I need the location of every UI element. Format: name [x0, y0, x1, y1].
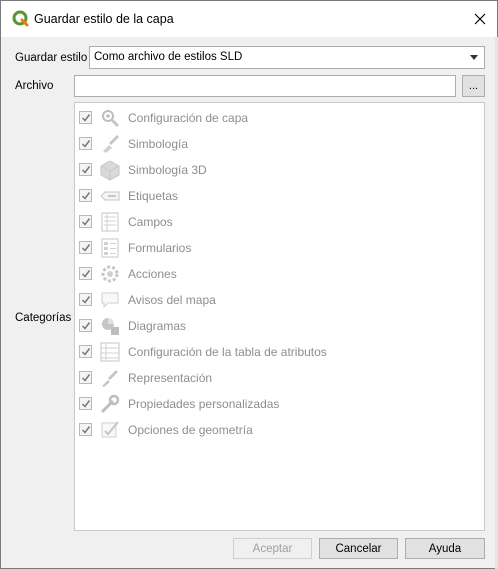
checkmark-icon	[81, 348, 91, 356]
checkmark-icon	[81, 114, 91, 122]
checkmark-icon	[81, 400, 91, 408]
help-button[interactable]: Ayuda	[405, 538, 485, 559]
checkmark-icon	[81, 426, 91, 434]
checkmark-icon	[81, 374, 91, 382]
category-label: Representación	[128, 371, 213, 385]
checkmark-icon	[81, 192, 91, 200]
category-item-layer-configuration[interactable]: Configuración de capa	[75, 105, 484, 131]
category-item-symbology[interactable]: Simbología	[75, 131, 484, 157]
rendering-icon	[102, 369, 119, 387]
save-layer-style-dialog: Guardar estilo de la capa Guardar estilo…	[0, 0, 498, 569]
category-checkbox[interactable]	[79, 345, 92, 358]
symbology-3d-icon	[100, 160, 120, 181]
category-label: Campos	[128, 215, 173, 229]
category-label: Propiedades personalizadas	[128, 397, 280, 411]
style-label: Guardar estilo	[15, 52, 88, 64]
checkmark-icon	[81, 166, 91, 174]
diagrams-icon	[102, 318, 119, 335]
category-checkbox[interactable]	[79, 215, 92, 228]
category-label: Acciones	[128, 267, 177, 281]
checkmark-icon	[81, 244, 91, 252]
window-title: Guardar estilo de la capa	[34, 12, 174, 26]
actions-icon	[101, 265, 119, 283]
symbology-icon	[103, 134, 120, 153]
checkmark-icon	[81, 270, 91, 278]
category-checkbox[interactable]	[79, 111, 92, 124]
category-label: Simbología 3D	[128, 163, 207, 177]
checkmark-icon	[81, 140, 91, 148]
style-format-select[interactable]: Como archivo de estilos SLD	[89, 46, 485, 69]
checkmark-icon	[81, 322, 91, 330]
category-checkbox[interactable]	[79, 371, 92, 384]
category-label: Opciones de geometría	[128, 423, 253, 437]
layer-settings-icon	[102, 110, 120, 128]
attribute-table-icon	[100, 342, 120, 362]
category-item-actions[interactable]: Acciones	[75, 261, 484, 287]
file-path-input[interactable]	[74, 75, 456, 97]
qgis-logo-icon	[12, 10, 29, 27]
category-checkbox[interactable]	[79, 189, 92, 202]
style-format-value: Como archivo de estilos SLD	[94, 51, 243, 63]
category-item-symbology-3d[interactable]: Simbología 3D	[75, 157, 484, 183]
browse-button[interactable]: ...	[462, 75, 485, 97]
close-button[interactable]	[463, 1, 497, 37]
category-item-custom-properties[interactable]: Propiedades personalizadas	[75, 391, 484, 417]
map-tips-icon	[101, 292, 119, 309]
chevron-down-icon	[470, 55, 478, 60]
category-item-forms[interactable]: Formularios	[75, 235, 484, 261]
category-label: Configuración de la tabla de atributos	[128, 345, 327, 359]
labels-icon	[100, 191, 120, 201]
category-label: Diagramas	[128, 319, 187, 333]
category-label: Formularios	[128, 241, 192, 255]
category-item-geometry-options[interactable]: Opciones de geometría	[75, 417, 484, 443]
category-label: Configuración de capa	[128, 111, 249, 125]
forms-icon	[101, 238, 119, 258]
categories-list: Configuración de capa Simbología Simbolo…	[74, 102, 485, 531]
category-checkbox[interactable]	[79, 293, 92, 306]
cancel-button[interactable]: Cancelar	[319, 538, 398, 559]
category-checkbox[interactable]	[79, 137, 92, 150]
file-label: Archivo	[15, 80, 54, 92]
checkmark-icon	[81, 218, 91, 226]
category-checkbox[interactable]	[79, 397, 92, 410]
category-label: Etiquetas	[128, 189, 179, 203]
category-item-rendering[interactable]: Representación	[75, 365, 484, 391]
category-checkbox[interactable]	[79, 241, 92, 254]
categories-label: Categorías	[15, 312, 72, 324]
category-item-map-tips[interactable]: Avisos del mapa	[75, 287, 484, 313]
category-checkbox[interactable]	[79, 423, 92, 436]
category-item-diagrams[interactable]: Diagramas	[75, 313, 484, 339]
close-icon	[474, 13, 486, 25]
category-checkbox[interactable]	[79, 163, 92, 176]
checkmark-icon	[81, 296, 91, 304]
wrench-icon	[101, 394, 120, 413]
category-item-labels[interactable]: Etiquetas	[75, 183, 484, 209]
category-item-fields[interactable]: Campos	[75, 209, 484, 235]
title-bar: Guardar estilo de la capa	[1, 1, 497, 37]
category-item-attribute-table[interactable]: Configuración de la tabla de atributos	[75, 339, 484, 365]
category-checkbox[interactable]	[79, 267, 92, 280]
geometry-options-icon	[101, 421, 119, 438]
category-label: Simbología	[128, 137, 189, 151]
fields-icon	[101, 212, 119, 232]
category-checkbox[interactable]	[79, 319, 92, 332]
accept-button[interactable]: Aceptar	[233, 538, 312, 559]
category-label: Avisos del mapa	[128, 293, 216, 307]
